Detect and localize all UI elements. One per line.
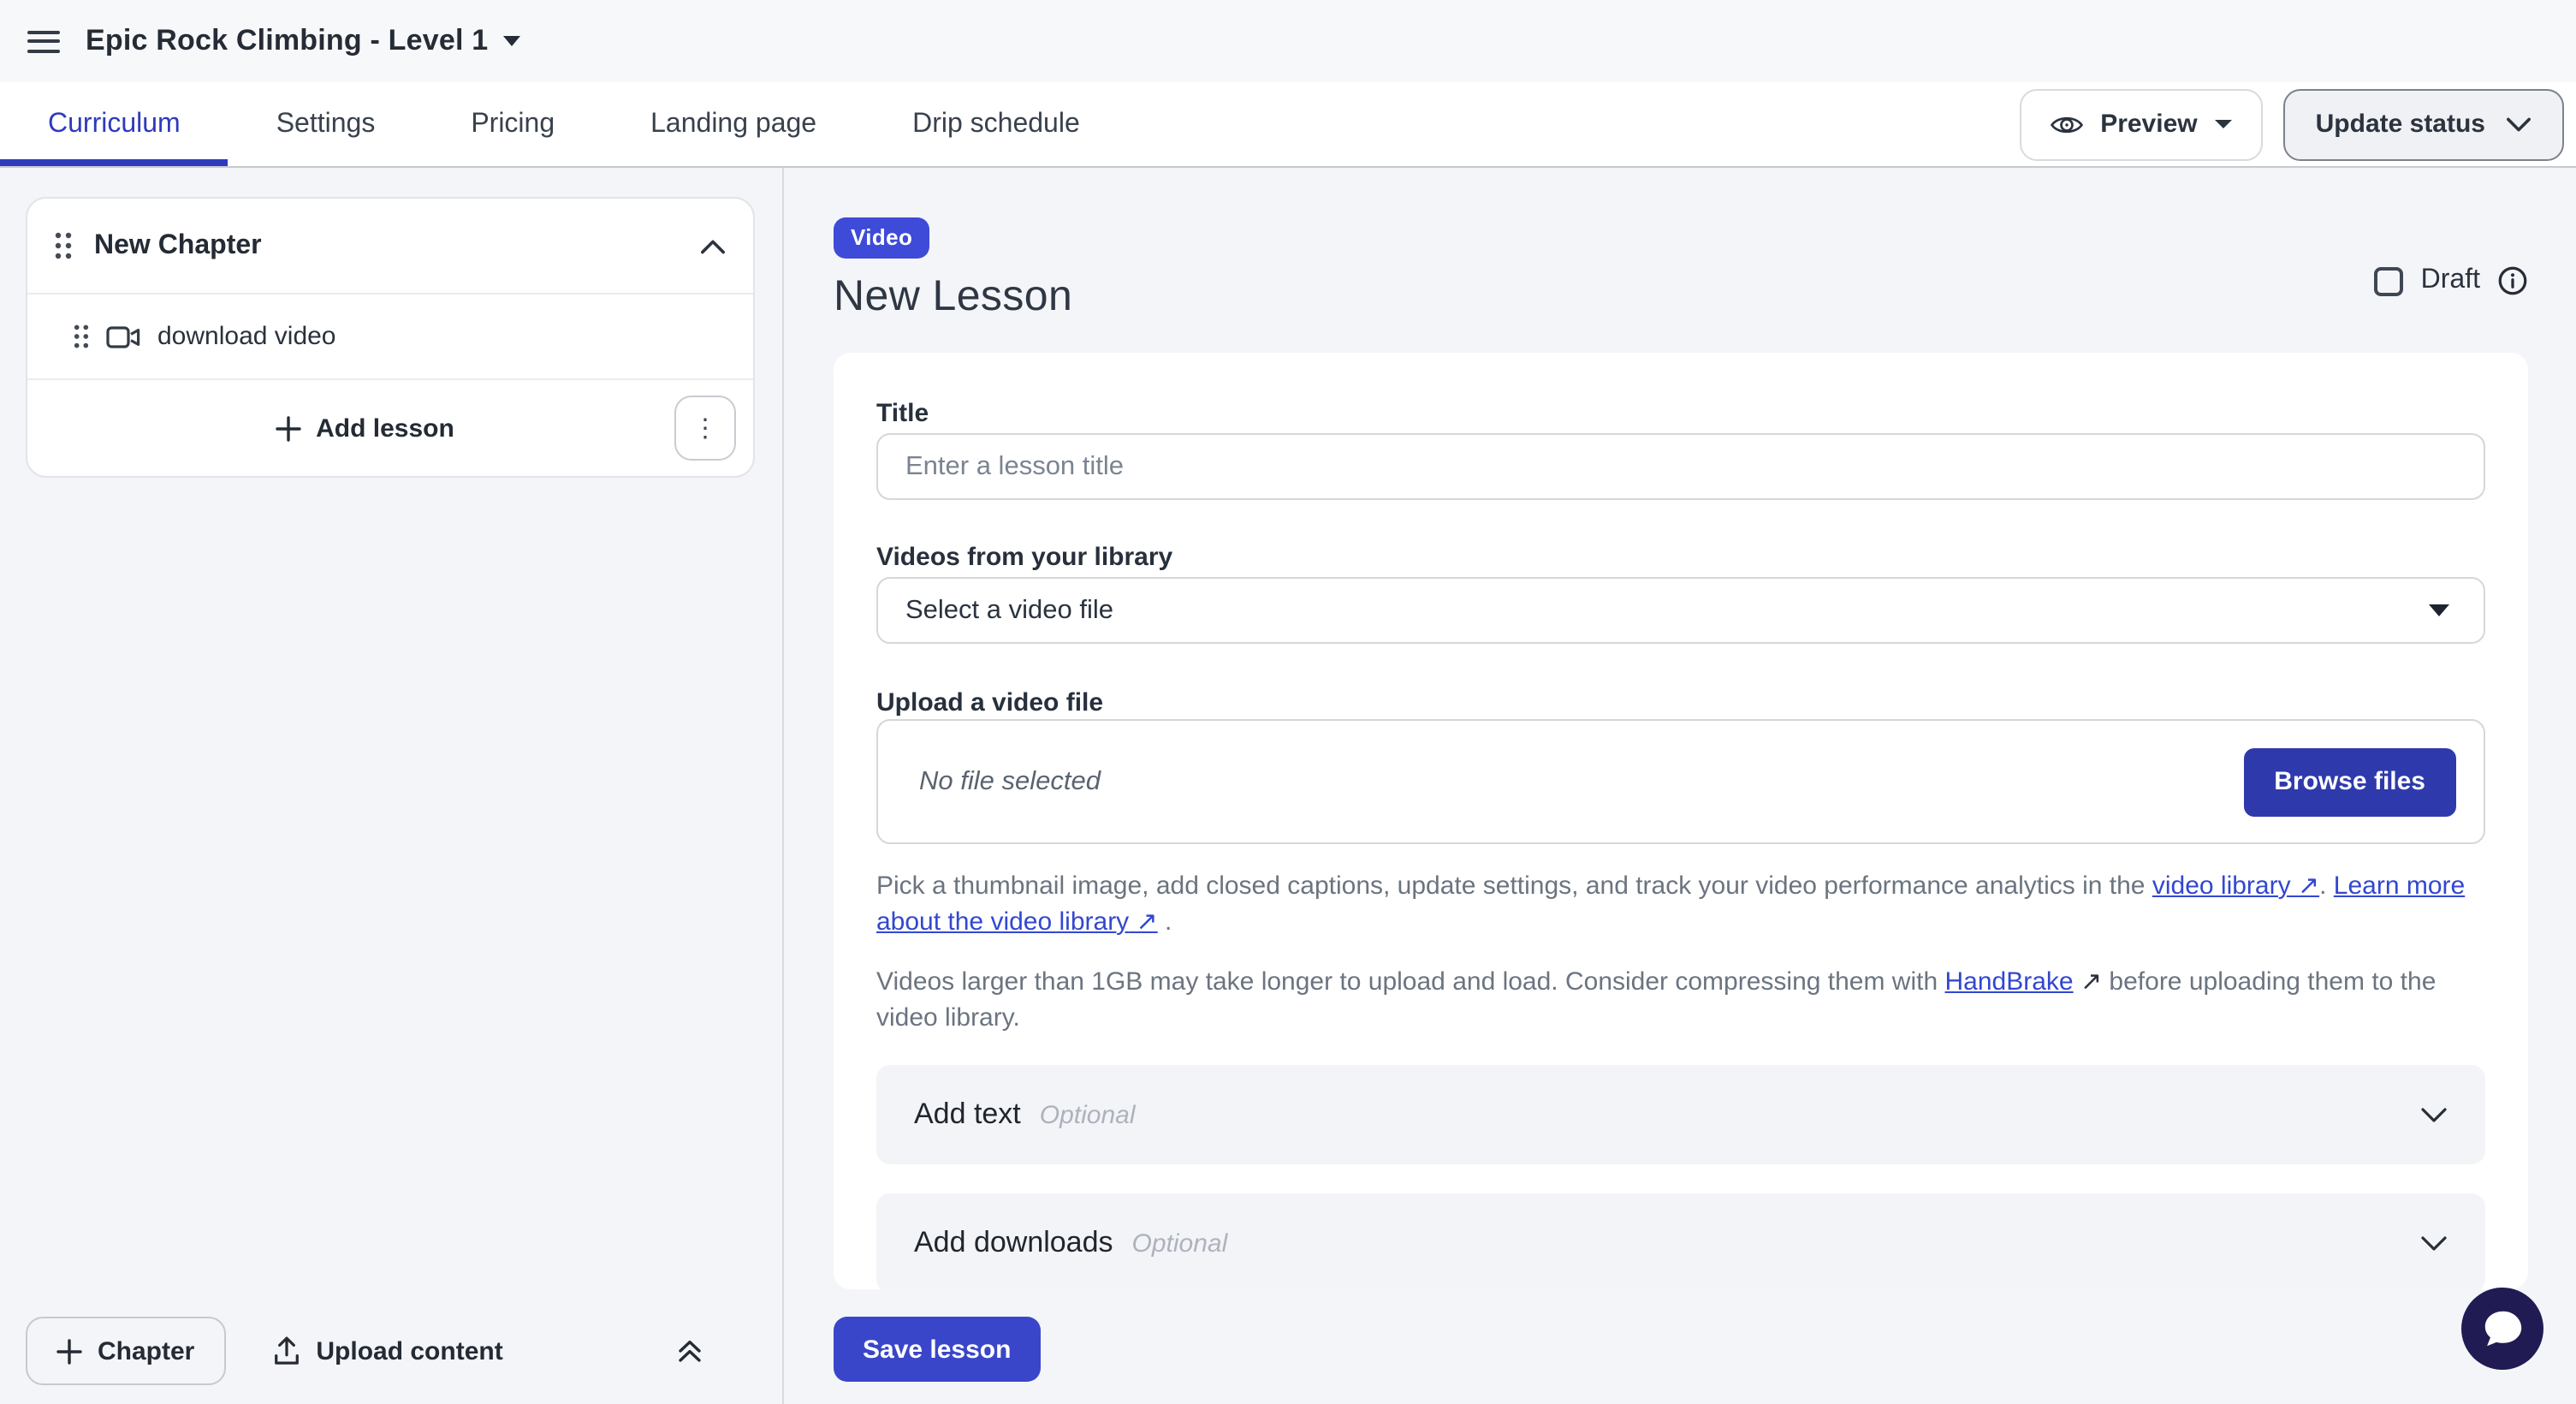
double-chevron-up-icon <box>676 1337 703 1365</box>
tab-drip-schedule[interactable]: Drip schedule <box>864 82 1128 166</box>
chevron-down-icon <box>2420 1105 2448 1124</box>
chevron-down-icon <box>503 36 520 46</box>
curriculum-sidebar: New Chapter download video <box>0 168 784 1404</box>
lesson-item[interactable]: download video <box>27 294 753 380</box>
optional-label: Optional <box>1040 1100 1136 1129</box>
upload-icon <box>271 1336 300 1366</box>
title-field-label: Title <box>876 399 2485 430</box>
caret-down-icon <box>2429 604 2449 616</box>
collapse-all-button[interactable] <box>676 1337 703 1365</box>
hamburger-menu-icon[interactable] <box>27 30 60 52</box>
lesson-type-badge: Video <box>834 217 929 259</box>
lesson-form-card: Title Videos from your library Select a … <box>834 353 2528 1289</box>
lesson-title-input[interactable] <box>876 433 2485 500</box>
chapter-card: New Chapter download video <box>26 197 755 478</box>
info-icon[interactable] <box>2497 265 2528 296</box>
chapter-options-button[interactable]: ⋮ <box>674 396 736 461</box>
chat-bubble-icon <box>2479 1306 2526 1351</box>
add-chapter-button[interactable]: Chapter <box>26 1317 225 1385</box>
lesson-editor: Video New Lesson Draft Title Videos from… <box>784 168 2576 1404</box>
upload-content-label: Upload content <box>316 1336 502 1365</box>
plus-icon <box>275 415 300 441</box>
video-library-select[interactable]: Select a video file <box>876 577 2485 644</box>
course-title: Epic Rock Climbing - Level 1 <box>86 24 488 58</box>
video-library-selected-value: Select a video file <box>905 595 1113 626</box>
course-switcher[interactable]: Epic Rock Climbing - Level 1 <box>86 24 520 58</box>
preview-label: Preview <box>2100 110 2197 139</box>
tab-landing-page[interactable]: Landing page <box>602 82 864 166</box>
add-text-panel[interactable]: Add text Optional <box>876 1065 2485 1164</box>
draft-label: Draft <box>2421 265 2480 296</box>
draft-toggle-row: Draft <box>2375 265 2528 296</box>
library-field-label: Videos from your library <box>876 543 2485 574</box>
chat-widget-button[interactable] <box>2461 1288 2543 1370</box>
chapter-footer: Add lesson ⋮ <box>27 380 753 476</box>
update-status-label: Update status <box>2316 110 2485 139</box>
upload-content-button[interactable]: Upload content <box>271 1336 502 1366</box>
drag-handle-icon[interactable] <box>55 231 72 260</box>
chapter-header: New Chapter <box>27 199 753 294</box>
file-size-help-text: Videos larger than 1GB may take longer t… <box>876 964 2485 1036</box>
browse-files-button[interactable]: Browse files <box>2243 747 2456 816</box>
lesson-title: download video <box>157 322 336 351</box>
add-lesson-label: Add lesson <box>316 413 454 443</box>
chevron-up-icon[interactable] <box>700 237 726 254</box>
video-library-link[interactable]: video library ↗ <box>2152 872 2319 901</box>
tab-settings[interactable]: Settings <box>229 82 424 166</box>
no-file-text: No file selected <box>919 766 1101 797</box>
add-downloads-panel[interactable]: Add downloads Optional <box>876 1193 2485 1289</box>
add-text-label: Add text <box>914 1098 1021 1132</box>
add-downloads-label: Add downloads <box>914 1226 1113 1260</box>
eye-icon <box>2051 112 2083 136</box>
sidebar-footer: Chapter Upload content <box>0 1298 782 1404</box>
caret-down-icon <box>2215 120 2232 128</box>
file-upload-dropzone[interactable]: No file selected Browse files <box>876 719 2485 844</box>
add-chapter-label: Chapter <box>98 1336 194 1365</box>
tab-pricing[interactable]: Pricing <box>423 82 602 166</box>
video-camera-icon <box>106 323 140 350</box>
top-bar: Epic Rock Climbing - Level 1 <box>0 0 2576 82</box>
video-library-help-text: Pick a thumbnail image, add closed capti… <box>876 868 2485 940</box>
update-status-button[interactable]: Update status <box>2283 88 2564 160</box>
add-lesson-button[interactable]: Add lesson <box>55 413 674 443</box>
chevron-down-icon <box>2506 116 2531 133</box>
plus-icon <box>56 1338 82 1364</box>
tab-bar: Curriculum Settings Pricing Landing page… <box>0 82 2576 168</box>
optional-label: Optional <box>1132 1228 1228 1258</box>
tabs: Curriculum Settings Pricing Landing page… <box>0 82 1128 166</box>
preview-button[interactable]: Preview <box>2020 88 2262 160</box>
save-lesson-button[interactable]: Save lesson <box>834 1317 1040 1382</box>
drag-handle-icon[interactable] <box>74 324 89 349</box>
external-link-icon: ↗ <box>1137 907 1158 937</box>
handbrake-link[interactable]: HandBrake <box>1945 967 2074 996</box>
chapter-title: New Chapter <box>94 230 678 261</box>
page-title: New Lesson <box>834 272 2528 322</box>
app-window: Epic Rock Climbing - Level 1 Curriculum … <box>0 0 2576 1404</box>
upload-field-label: Upload a video file <box>876 688 2485 719</box>
chevron-down-icon <box>2420 1234 2448 1252</box>
draft-checkbox[interactable] <box>2375 266 2404 295</box>
kebab-icon: ⋮ <box>692 415 718 441</box>
external-link-icon: ↗ <box>2298 872 2319 901</box>
external-link-icon: ↗ <box>2080 967 2102 996</box>
tab-curriculum[interactable]: Curriculum <box>0 82 229 166</box>
